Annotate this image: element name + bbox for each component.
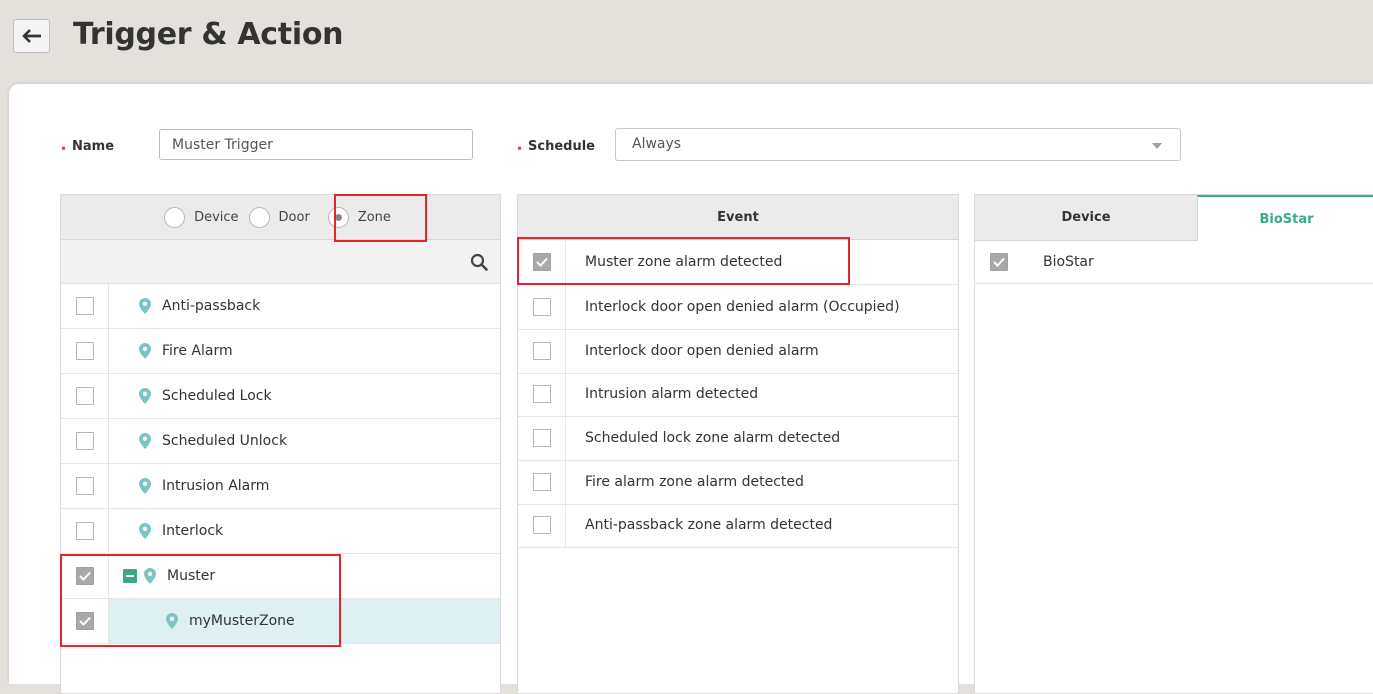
map-pin-icon [139,343,151,359]
arrow-left-icon [21,29,41,43]
chevron-down-icon [1152,143,1162,149]
search-bar[interactable] [61,240,500,284]
name-input[interactable] [159,129,473,160]
item-label: Interlock [162,523,224,539]
back-button[interactable] [13,19,50,53]
schedule-select[interactable]: Always [615,128,1181,161]
event-row[interactable]: Intrusion alarm detected [518,372,958,417]
row-checkbox[interactable] [75,522,94,540]
row-checkbox[interactable] [75,387,94,405]
map-pin-icon [144,568,156,584]
row-checkbox[interactable] [75,432,94,450]
radio-circle [327,206,349,228]
row-checkbox[interactable] [75,567,94,585]
list-item[interactable]: Scheduled Lock [61,374,500,419]
tab-device[interactable]: Device [975,195,1197,241]
list-item[interactable]: Anti-passback [61,284,500,329]
row-checkbox[interactable] [75,612,94,630]
source-type-selector: Device Door Zone [61,195,500,240]
map-pin-icon [139,523,151,539]
schedule-value: Always [632,136,682,152]
map-pin-icon [139,433,151,449]
row-checkbox[interactable] [532,298,551,316]
event-row[interactable]: Interlock door open denied alarm (Occupi… [518,285,958,330]
map-pin-icon [139,298,151,314]
check-icon [78,616,91,626]
row-checkbox[interactable] [532,385,551,403]
list-item-muster[interactable]: Muster [61,554,500,599]
radio-zone[interactable]: Zone [327,206,391,228]
row-checkbox[interactable] [990,253,1008,271]
tab-biostar[interactable]: BioStar [1197,195,1373,241]
item-label: Scheduled Lock [162,388,272,404]
event-row[interactable]: Interlock door open denied alarm [518,329,958,374]
list-item[interactable]: Scheduled Unlock [61,419,500,464]
radio-circle [248,206,270,228]
map-pin-icon [166,613,178,629]
radio-dot [334,213,342,221]
page-header: Trigger & Action [0,0,1373,84]
row-checkbox[interactable] [532,473,551,491]
item-label: Anti-passback [162,298,261,314]
radio-label: Zone [357,209,391,225]
event-label: Anti-passback zone alarm detected [585,517,833,533]
radio-device[interactable]: Device [164,206,239,228]
device-label: BioStar [1043,254,1094,270]
device-row[interactable]: BioStar [975,241,1373,284]
minus-square-icon[interactable] [123,569,137,583]
required-marker: • [516,142,524,156]
list-item[interactable]: Interlock [61,509,500,554]
item-label: Intrusion Alarm [162,478,270,494]
map-pin-icon [139,388,151,404]
row-checkbox[interactable] [532,342,551,360]
schedule-label: Schedule [528,139,595,154]
event-label: Interlock door open denied alarm [585,343,819,359]
page-title: Trigger & Action [73,17,344,52]
row-checkbox[interactable] [75,342,94,360]
row-checkbox[interactable] [532,516,551,534]
event-label: Interlock door open denied alarm (Occupi… [585,299,900,315]
name-label: Name [72,139,115,154]
event-label: Scheduled lock zone alarm detected [585,430,841,446]
check-icon [78,571,91,581]
radio-label: Door [278,209,310,225]
radio-door[interactable]: Door [248,206,310,228]
check-icon [535,257,548,267]
radio-circle [164,206,186,228]
event-label: Fire alarm zone alarm detected [585,474,804,490]
row-checkbox[interactable] [532,429,551,447]
search-icon[interactable] [470,253,488,271]
required-marker: • [60,142,68,156]
item-label: myMusterZone [189,613,295,629]
event-row[interactable]: Fire alarm zone alarm detected [518,460,958,505]
map-pin-icon [139,478,151,494]
event-label: Intrusion alarm detected [585,386,759,402]
item-label: Fire Alarm [162,343,233,359]
row-checkbox[interactable] [532,253,551,271]
device-panel: Device BioStar BioStar [974,194,1373,694]
event-row[interactable]: Scheduled lock zone alarm detected [518,416,958,461]
source-panel: Device Door Zone Anti-passback Fire Alar… [60,194,501,694]
item-label: Muster [167,568,216,584]
event-panel: Event Muster zone alarm detected Interlo… [517,194,959,694]
content-card: • Name • Schedule Always Device Door Zon… [9,84,1373,694]
event-label: Muster zone alarm detected [585,254,783,270]
list-item[interactable]: Fire Alarm [61,329,500,374]
item-label: Scheduled Unlock [162,433,288,449]
row-checkbox[interactable] [75,297,94,315]
event-row[interactable]: Muster zone alarm detected [518,240,958,285]
radio-label: Device [194,209,239,225]
event-row[interactable]: Anti-passback zone alarm detected [518,503,958,548]
list-item-mymusterzone[interactable]: myMusterZone [61,599,500,644]
row-checkbox[interactable] [75,477,94,495]
list-item[interactable]: Intrusion Alarm [61,464,500,509]
event-header: Event [518,195,958,240]
check-icon [993,257,1005,267]
